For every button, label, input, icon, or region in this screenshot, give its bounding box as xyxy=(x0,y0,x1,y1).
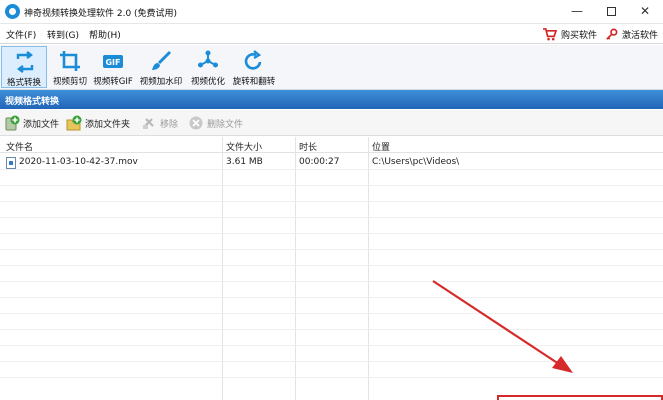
tool-label: 视频优化 xyxy=(190,77,225,87)
tool-video-cut[interactable]: 视频剪切 xyxy=(47,46,93,88)
shopping-cart-icon xyxy=(543,27,557,40)
activate-software-label: 激活软件 xyxy=(622,30,659,41)
rotate-icon xyxy=(244,50,262,70)
row-divider xyxy=(0,313,663,314)
add-folder-icon xyxy=(66,115,82,131)
add-folder-button[interactable]: 添加文件夹 xyxy=(66,114,130,132)
file-list-table[interactable]: 文件名 文件大小 时长 位置 2020-11-03-10-42-37.mov 3… xyxy=(0,137,663,400)
delete-file-button[interactable]: 删除文件 xyxy=(188,114,243,132)
action-bar: 添加文件 添加文件夹 移除 删除文件 xyxy=(0,110,663,136)
svg-text:GIF: GIF xyxy=(105,58,120,67)
row-divider xyxy=(0,361,663,362)
column-header-size[interactable]: 文件大小 xyxy=(226,140,262,153)
menu-help[interactable]: 帮助(H) xyxy=(89,28,121,41)
row-divider xyxy=(0,265,663,266)
annotation-highlight-box xyxy=(497,395,663,400)
tool-label: 旋转和翻转 xyxy=(232,77,276,87)
cell-size: 3.61 MB xyxy=(226,157,263,167)
cell-filename: 2020-11-03-10-42-37.mov xyxy=(19,157,138,167)
delete-file-label: 删除文件 xyxy=(207,119,244,130)
activate-software-button[interactable]: 激活软件 xyxy=(605,26,658,42)
buy-software-label: 购买软件 xyxy=(561,30,598,41)
title-bar: 神奇视频转换处理软件 2.0 (免费试用) — ✕ xyxy=(0,0,663,24)
buy-software-button[interactable]: 购买软件 xyxy=(542,26,597,42)
add-folder-label: 添加文件夹 xyxy=(85,119,131,130)
main-toolbar: 格式转换 视频剪切 GIF 视频转GIF 视频加水印 视频优化 旋转和翻转 xyxy=(0,45,663,90)
maximize-icon xyxy=(606,7,616,16)
tool-video-optimize[interactable]: 视频优化 xyxy=(185,46,231,88)
minimize-button[interactable]: — xyxy=(560,0,594,24)
app-logo-icon xyxy=(5,4,20,19)
tool-rotate-flip[interactable]: 旋转和翻转 xyxy=(231,46,277,88)
table-header: 文件名 文件大小 时长 位置 xyxy=(0,137,663,153)
tool-label: 视频转GIF xyxy=(93,77,133,87)
window-title: 神奇视频转换处理软件 2.0 (免费试用) xyxy=(24,9,178,19)
close-button[interactable]: ✕ xyxy=(628,0,662,24)
row-divider xyxy=(0,377,663,378)
cell-location: C:\Users\pc\Videos\ xyxy=(372,157,460,167)
tool-format-convert[interactable]: 格式转换 xyxy=(1,46,47,88)
remove-label: 移除 xyxy=(160,119,179,130)
tool-label: 格式转换 xyxy=(6,78,41,88)
row-divider xyxy=(0,169,663,170)
row-divider xyxy=(0,281,663,282)
video-file-icon xyxy=(6,157,16,169)
row-divider xyxy=(0,217,663,218)
tool-label: 视频加水印 xyxy=(139,77,183,87)
add-file-button[interactable]: 添加文件 xyxy=(4,114,59,132)
add-file-label: 添加文件 xyxy=(23,119,60,130)
row-divider xyxy=(0,249,663,250)
watermark-brush-icon xyxy=(152,50,172,70)
menu-file[interactable]: 文件(F) xyxy=(6,28,36,41)
delete-icon xyxy=(189,116,203,130)
menu-bar: 文件(F) 转到(G) 帮助(H) 购买软件 激活软件 xyxy=(0,24,663,44)
menu-goto[interactable]: 转到(G) xyxy=(47,28,79,41)
column-header-duration[interactable]: 时长 xyxy=(299,140,317,153)
row-divider xyxy=(0,201,663,202)
row-divider xyxy=(0,345,663,346)
format-convert-icon xyxy=(16,51,34,73)
row-divider xyxy=(0,185,663,186)
remove-button[interactable]: 移除 xyxy=(141,114,178,132)
gif-icon: GIF xyxy=(103,55,123,68)
optimize-icon xyxy=(198,50,218,68)
tool-video-to-gif[interactable]: GIF 视频转GIF xyxy=(90,46,136,88)
cell-duration: 00:00:27 xyxy=(299,157,340,167)
row-divider xyxy=(0,233,663,234)
remove-icon xyxy=(143,118,154,129)
section-title: 视频格式转换 xyxy=(0,90,663,109)
add-file-icon xyxy=(5,115,20,131)
column-header-filename[interactable]: 文件名 xyxy=(6,140,33,153)
row-divider xyxy=(0,329,663,330)
row-divider xyxy=(0,297,663,298)
tool-video-watermark[interactable]: 视频加水印 xyxy=(138,46,184,88)
column-header-location[interactable]: 位置 xyxy=(372,140,390,153)
crop-icon xyxy=(60,51,80,71)
maximize-button[interactable] xyxy=(594,0,628,24)
key-icon xyxy=(606,28,618,40)
